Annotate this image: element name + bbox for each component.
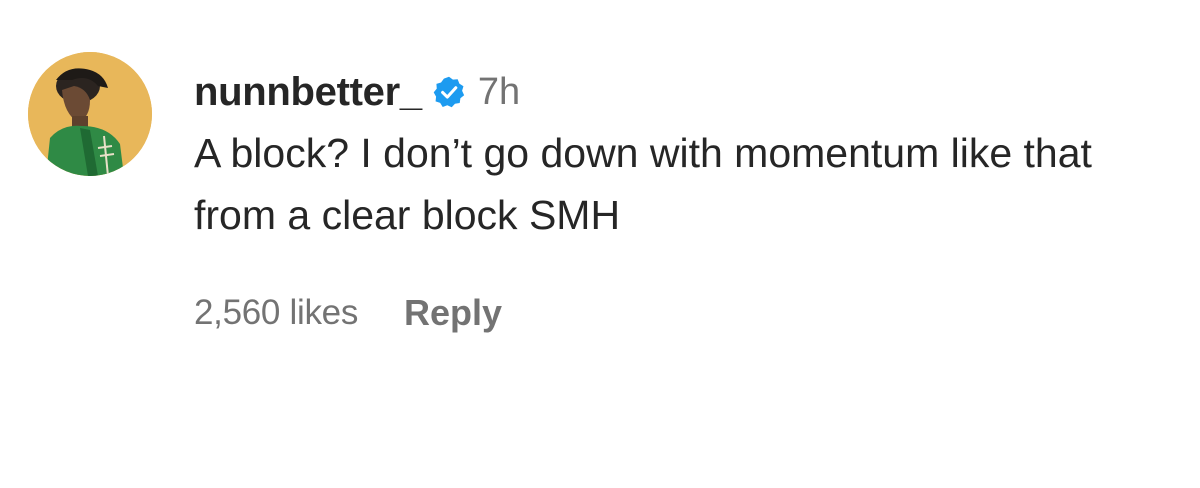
avatar[interactable]	[28, 52, 152, 176]
comment-content: nunnbetter_ 7h A block? I don’t go down …	[194, 66, 1114, 334]
comment-text: A block? I don’t go down with momentum l…	[194, 130, 1092, 238]
username-link[interactable]: nunnbetter_	[194, 70, 422, 115]
verified-badge-icon	[432, 75, 466, 109]
comment-actions: 2,560 likes Reply	[194, 292, 1114, 334]
avatar-image	[28, 52, 152, 176]
comment-header: nunnbetter_ 7h	[194, 66, 1114, 118]
reply-button[interactable]: Reply	[404, 292, 502, 334]
timestamp[interactable]: 7h	[478, 71, 520, 114]
comment: nunnbetter_ 7h A block? I don’t go down …	[28, 52, 1180, 334]
likes-count[interactable]: 2,560 likes	[194, 293, 358, 333]
